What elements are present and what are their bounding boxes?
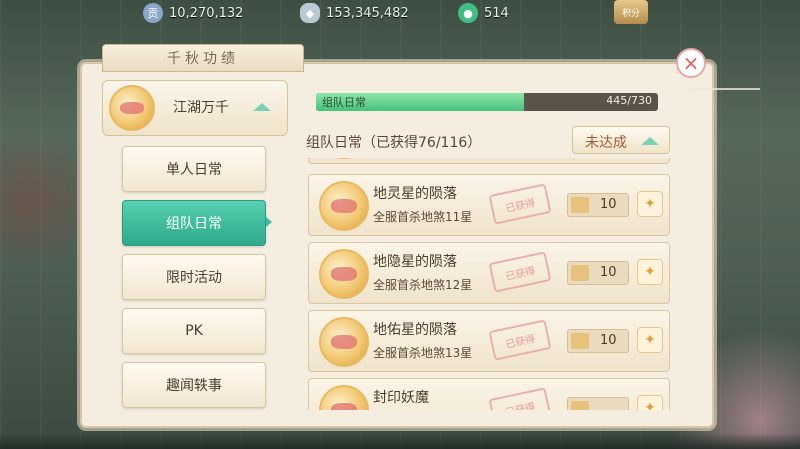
category-header[interactable]: 江湖万千 xyxy=(102,80,288,136)
achievement-medal-icon xyxy=(319,158,369,159)
close-button[interactable]: × xyxy=(676,48,706,78)
achievement-medal-icon xyxy=(319,317,369,367)
active-tab-arrow-icon xyxy=(266,217,272,227)
gift-icon[interactable]: ✦ xyxy=(637,191,663,217)
achievement-name: 地隐星的陨落 xyxy=(373,254,457,270)
achievement-medal-icon xyxy=(319,181,369,231)
status-label: 未达成 xyxy=(585,135,627,151)
chevron-up-icon xyxy=(641,137,659,145)
silver-coin-icon: 贡 xyxy=(143,3,163,23)
tab-team-daily[interactable]: 组队日常 xyxy=(122,200,266,246)
achievement-desc: 全服首杀地煞12星 xyxy=(373,278,473,292)
reward-box xyxy=(567,397,629,410)
achievement-name: 地佑星的陨落 xyxy=(373,322,457,338)
obtained-stamp: 已获得 xyxy=(488,183,552,225)
achievement-list[interactable]: 地灵星的陨落 全服首杀地煞11星 已获得 10 ✦ 地隐星的陨落 全服首杀地煞1… xyxy=(308,158,670,410)
reward-amount: 10 xyxy=(600,265,617,280)
section-title: 组队日常（已获得76/116） xyxy=(306,135,482,151)
scroll-icon xyxy=(571,265,589,281)
tab-anecdotes[interactable]: 趣闻轶事 xyxy=(122,362,266,408)
list-item: 地隐星的陨落 全服首杀地煞12星 已获得 10 ✦ xyxy=(308,242,670,304)
achievement-name: 地灵星的陨落 xyxy=(373,186,457,202)
obtained-stamp: 已获得 xyxy=(488,319,552,361)
ingot-amount: 153,345,482 xyxy=(326,5,409,21)
silver-resource: 贡 10,270,132 xyxy=(143,2,243,24)
achievement-medal-icon xyxy=(319,249,369,299)
reward-box: 10 xyxy=(567,261,629,285)
silver-amount: 10,270,132 xyxy=(169,5,244,21)
category-medal-icon xyxy=(109,85,155,131)
panel-title: 千秋功绩 xyxy=(102,44,304,72)
scroll-icon xyxy=(571,401,589,410)
bottom-bar xyxy=(0,433,800,449)
reward-box: 10 xyxy=(567,193,629,217)
achievement-desc: 全服首杀地煞13星 xyxy=(373,346,473,360)
obtained-stamp: 已获得 xyxy=(488,251,552,293)
gift-icon[interactable]: ✦ xyxy=(637,395,663,410)
tab-pk[interactable]: PK xyxy=(122,308,266,354)
tab-solo-daily[interactable]: 单人日常 xyxy=(122,146,266,192)
achievement-desc: 全服首杀地煞11星 xyxy=(373,210,473,224)
list-item xyxy=(308,158,670,164)
ingot-icon: ◆ xyxy=(300,3,320,23)
jade-icon: ● xyxy=(458,3,478,23)
gift-icon[interactable]: ✦ xyxy=(637,327,663,353)
progress-label: 组队日常 xyxy=(322,96,366,109)
tab-limited-event[interactable]: 限时活动 xyxy=(122,254,266,300)
list-item: 地佑星的陨落 全服首杀地煞13星 已获得 10 ✦ xyxy=(308,310,670,372)
jade-amount: 514 xyxy=(484,5,509,21)
list-item: 封印妖魔 已获得 ✦ xyxy=(308,378,670,410)
score-badge-icon[interactable]: 积分 xyxy=(614,0,648,24)
obtained-stamp: 已获得 xyxy=(488,387,552,410)
achievement-medal-icon xyxy=(319,385,369,410)
chevron-up-icon xyxy=(253,103,271,111)
progress-bar: 组队日常 445/730 xyxy=(316,93,658,111)
ingot-resource: ◆ 153,345,482 xyxy=(300,2,409,24)
scroll-icon xyxy=(571,197,589,213)
decorative-line xyxy=(690,88,760,90)
status-filter-button[interactable]: 未达成 xyxy=(572,126,670,154)
progress-value: 445/730 xyxy=(606,94,652,107)
category-label: 江湖万千 xyxy=(173,100,229,116)
reward-amount: 10 xyxy=(600,197,617,212)
reward-amount: 10 xyxy=(600,333,617,348)
reward-box: 10 xyxy=(567,329,629,353)
gift-icon[interactable]: ✦ xyxy=(637,259,663,285)
list-item: 地灵星的陨落 全服首杀地煞11星 已获得 10 ✦ xyxy=(308,174,670,236)
jade-resource: ● 514 xyxy=(458,2,509,24)
scroll-icon xyxy=(571,333,589,349)
achievement-name: 封印妖魔 xyxy=(373,390,429,406)
